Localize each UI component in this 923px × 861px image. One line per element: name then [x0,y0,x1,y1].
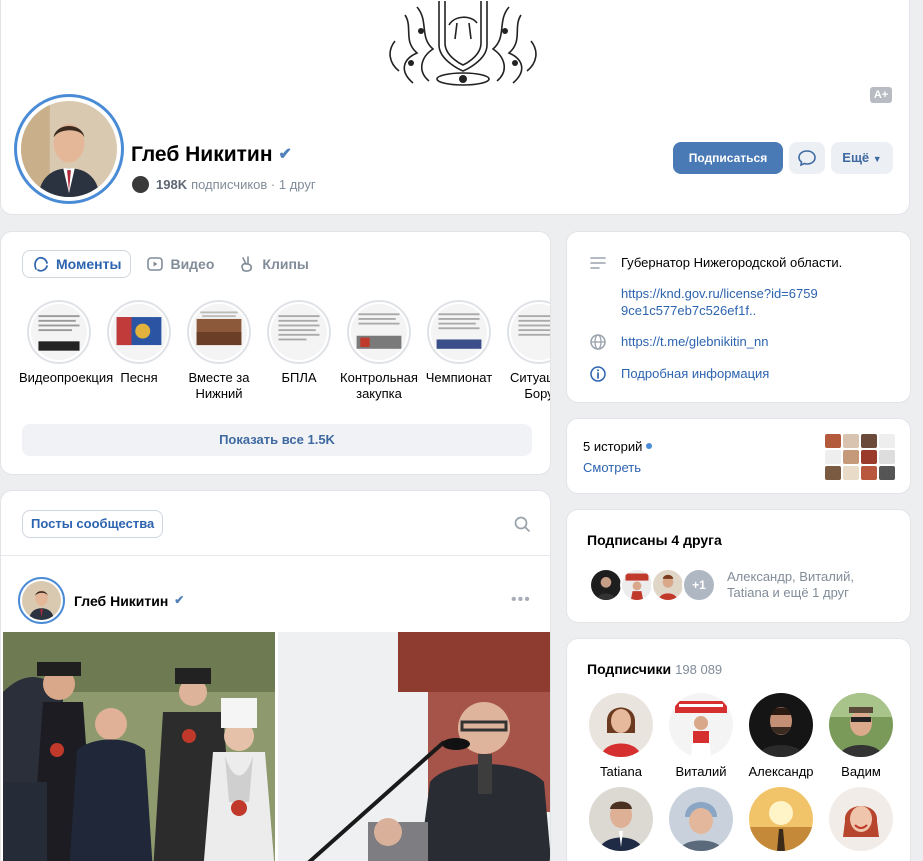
tab-moments[interactable]: Моменты [22,250,132,278]
new-dot-icon [646,443,653,449]
verified-icon: ✔ [278,146,292,163]
more-button[interactable]: Ещё ▼ [831,142,893,174]
divider [1,555,550,556]
follower-item[interactable]: Tatiana [581,693,661,779]
follower-item[interactable] [661,787,741,858]
friends-names: Александр, Виталий, Tatiana и ещё 1 друг [727,569,854,600]
friend-mini-avatar [132,176,149,193]
stories-list: Видеопроекция Песня Вместе за Нижний БПЛ… [19,300,551,402]
follower-item[interactable]: Вадим [821,693,901,779]
post-photo[interactable] [3,632,275,861]
followers-title[interactable]: Подписчики 198 089 [587,661,722,677]
description-row: Губернатор Нижегородской области. https:… [589,254,842,319]
profile-avatar[interactable] [14,94,124,204]
post-photo[interactable] [278,632,550,861]
story-item[interactable]: Ситуация Бору [499,300,551,402]
moments-icon [34,256,48,272]
story-label: Видеопроекция [19,370,114,385]
follower-name: Вадим [841,764,881,779]
friends-avatars[interactable]: +1 [589,568,716,602]
follower-item[interactable]: Александр [741,693,821,779]
follower-name: Виталий [675,764,727,779]
community-posts-filter[interactable]: Посты сообщества [22,510,164,538]
message-button[interactable] [789,142,825,174]
moments-block: Моменты Видео Клипы Видеопроекция Песня … [0,231,551,475]
story-label: Песня [120,370,158,385]
story-item[interactable]: Песня [99,300,179,402]
subscribe-button[interactable]: Подписаться [673,142,783,174]
story-label: Чемпионат [425,370,493,385]
text-size-button[interactable]: A+ [870,87,892,103]
follower-item[interactable] [581,787,661,858]
followers-grid: Tatiana Виталий Александр Вадим [581,693,901,858]
follower-name: Tatiana [600,764,642,779]
follower-item[interactable] [821,787,901,858]
info-block: Губернатор Нижегородской области. https:… [566,231,911,403]
avatar [589,568,623,602]
message-icon [798,150,816,167]
story-item[interactable]: Видеопроекция [19,300,114,402]
follower-item[interactable]: Виталий [661,693,741,779]
verified-icon: ✔ [174,593,185,607]
story-label: Контрольная закупка [340,370,418,401]
followers-block: Подписчики 198 089 Tatiana Виталий Алекса… [566,638,911,861]
follower-name: Александр [748,764,814,779]
story-label: Вместе за Нижний [188,370,250,401]
story-item[interactable]: Вместе за Нижний [179,300,259,402]
profile-header: A+ Глеб Никитин ✔ 198K подписчиков · 1 др… [0,0,910,215]
clips-icon [241,256,253,272]
subscribers-count: 198K [156,177,188,192]
post-author-name[interactable]: Глеб Никитин ✔ [74,593,184,609]
avatar [651,568,685,602]
stories-count: 5 историй [583,439,653,454]
details-row: Подробная информация [589,365,769,383]
story-item[interactable]: БПЛА [259,300,339,402]
stories-thumbnails [825,434,895,480]
story-item[interactable]: Чемпионат [419,300,499,402]
follower-item[interactable] [741,787,821,858]
avatar [620,568,654,602]
chevron-down-icon: ▼ [872,154,882,164]
stories-box[interactable]: 5 историй Смотреть [566,418,911,494]
video-icon [147,257,164,271]
website-link[interactable]: https://t.me/glebnikitin_nn [621,333,768,350]
license-link[interactable]: https://knd.gov.ru/license?id=67599ce1c5… [621,285,821,319]
content-tabs: Моменты Видео Клипы [22,250,324,278]
website-row: https://t.me/glebnikitin_nn [589,333,768,351]
friends-block: Подписаны 4 друга +1 Александр, Виталий,… [566,509,911,623]
text-lines-icon [590,257,606,269]
story-label: БПЛА [281,370,317,385]
show-all-button[interactable]: Показать все 1.5K [22,424,532,456]
profile-stats[interactable]: 198K подписчиков · 1 друг [132,176,316,193]
post-menu-icon[interactable]: ••• [511,591,531,609]
profile-name: Глеб Никитин ✔ [131,143,292,166]
story-item[interactable]: Контрольная закупка [339,300,419,402]
followers-count: 198 089 [675,662,723,677]
posts-block: Посты сообщества Глеб Никитин ✔ ••• [0,490,551,861]
search-icon[interactable] [514,516,531,533]
story-label: Ситуация Бору [509,370,551,401]
details-link[interactable]: Подробная информация [621,365,769,382]
info-icon [590,366,606,382]
subscribers-label: подписчиков · 1 друг [191,177,316,192]
more-friends-badge: +1 [682,568,716,602]
post-author-avatar[interactable] [18,577,65,624]
coat-of-arms-image [389,1,537,86]
description-text: Губернатор Нижегородской области. [621,255,843,270]
globe-icon [590,334,606,350]
friends-title[interactable]: Подписаны 4 друга [587,532,722,548]
tab-clips[interactable]: Клипы [229,250,317,278]
watch-stories-link[interactable]: Смотреть [583,460,641,475]
tab-video[interactable]: Видео [137,250,223,278]
